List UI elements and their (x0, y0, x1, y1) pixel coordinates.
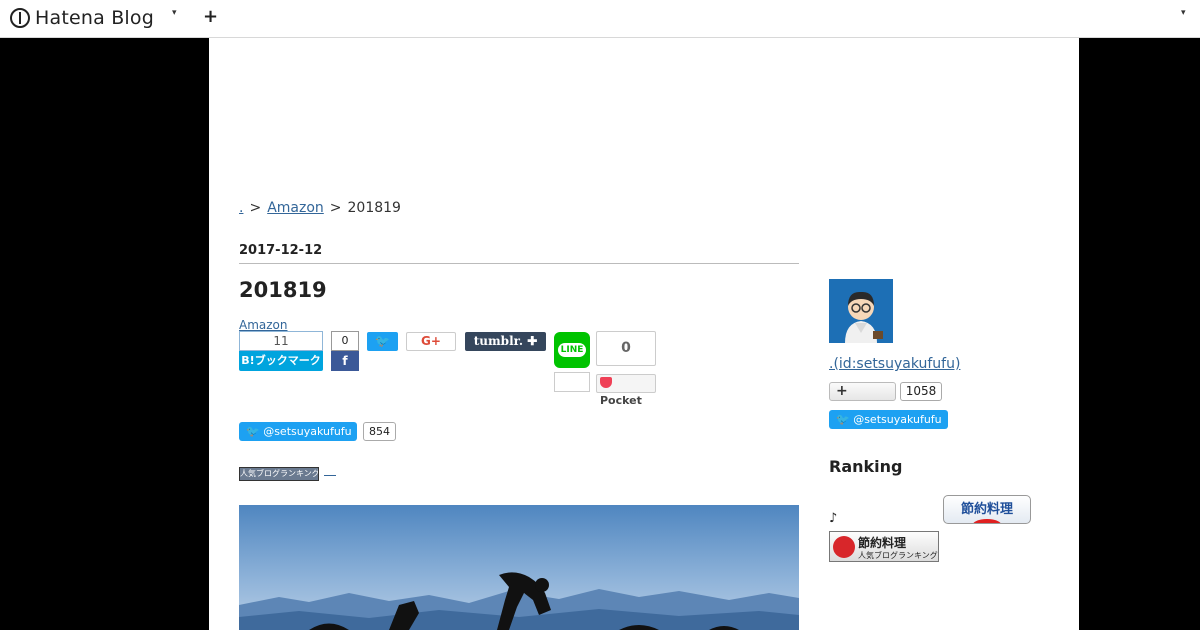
blog-menu-chevron-down-icon[interactable]: ▾ (172, 8, 177, 18)
pocket-icon (600, 377, 612, 388)
sidebar-twitter-follow-button[interactable]: 🐦 @setsuyakufufu (829, 410, 948, 429)
hatena-bookmark-count[interactable]: 11 (239, 331, 323, 351)
new-post-plus-icon[interactable]: + (203, 6, 218, 27)
facebook-share-count: 0 (331, 331, 359, 351)
breadcrumb-category-link[interactable]: Amazon (267, 200, 324, 216)
ranking-text-link[interactable] (324, 475, 336, 476)
hatena-blog-logo[interactable]: Hatena Blog (10, 7, 154, 29)
pocket-button[interactable]: Pocket (596, 374, 656, 407)
blog-ranking-banner[interactable]: 人気ブログランキング (239, 467, 319, 481)
music-note: ♪ (829, 511, 838, 526)
entry-category-link[interactable]: Amazon (239, 318, 288, 332)
entry-hero-image (239, 505, 799, 630)
banner-subtitle: 人気ブログランキング (858, 551, 938, 560)
line-icon: LINE (557, 343, 587, 357)
breadcrumb: . > Amazon >201819 (239, 200, 401, 216)
pocket-label: Pocket (600, 394, 642, 407)
breadcrumb-home-link[interactable]: . (239, 200, 243, 216)
user-menu-chevron-down-icon[interactable]: ▾ (1181, 8, 1186, 18)
twitter-bird-icon: 🐦 (375, 334, 390, 348)
reader-follow-button[interactable]: + (829, 382, 896, 401)
twitter-follow-button[interactable]: 🐦 @setsuyakufufu (239, 422, 357, 441)
twitter-share-button[interactable]: 🐦 (367, 332, 398, 351)
global-header: Hatena Blog ▾ + ▾ (0, 0, 1200, 38)
hatena-logo-icon (10, 8, 30, 28)
pocket-count: 0 (596, 331, 656, 366)
profile-avatar[interactable] (829, 279, 893, 343)
line-share-count (554, 372, 590, 392)
blog-container: . > Amazon >201819 2017-12-12 201819 Amazon… (209, 38, 1079, 630)
twitter-follower-count: 854 (363, 422, 396, 441)
ranking-logo-icon (833, 536, 855, 558)
entry-date[interactable]: 2017-12-12 (239, 243, 799, 264)
line-share-button[interactable]: LINE (554, 332, 590, 368)
breadcrumb-separator: > (329, 200, 342, 216)
profile-id-link[interactable]: .(id:setsuyakufufu) (829, 356, 960, 372)
facebook-share-button[interactable]: f (331, 351, 359, 371)
reader-follow-count: 1058 (900, 382, 942, 401)
setsuyaku-ryori-button[interactable]: 節約料理 (943, 495, 1031, 524)
breadcrumb-separator: > (249, 200, 262, 216)
logo-text: Hatena Blog (35, 7, 154, 29)
setsuyaku-ranking-banner[interactable]: 節約料理 人気ブログランキング (829, 531, 939, 562)
googleplus-share-button[interactable]: G+ (406, 332, 456, 351)
tumblr-share-button[interactable]: tumblr. ✚ (465, 332, 546, 351)
banner-title: 節約料理 (858, 536, 907, 550)
sidebar-ranking-heading: Ranking (829, 457, 903, 476)
avatar-illustration (829, 279, 893, 343)
hatena-bookmark-button[interactable]: B!ブックマーク (239, 351, 323, 371)
breadcrumb-current: 201819 (347, 200, 401, 216)
entry-title[interactable]: 201819 (239, 278, 327, 302)
silhouette-sports-image (239, 505, 799, 630)
